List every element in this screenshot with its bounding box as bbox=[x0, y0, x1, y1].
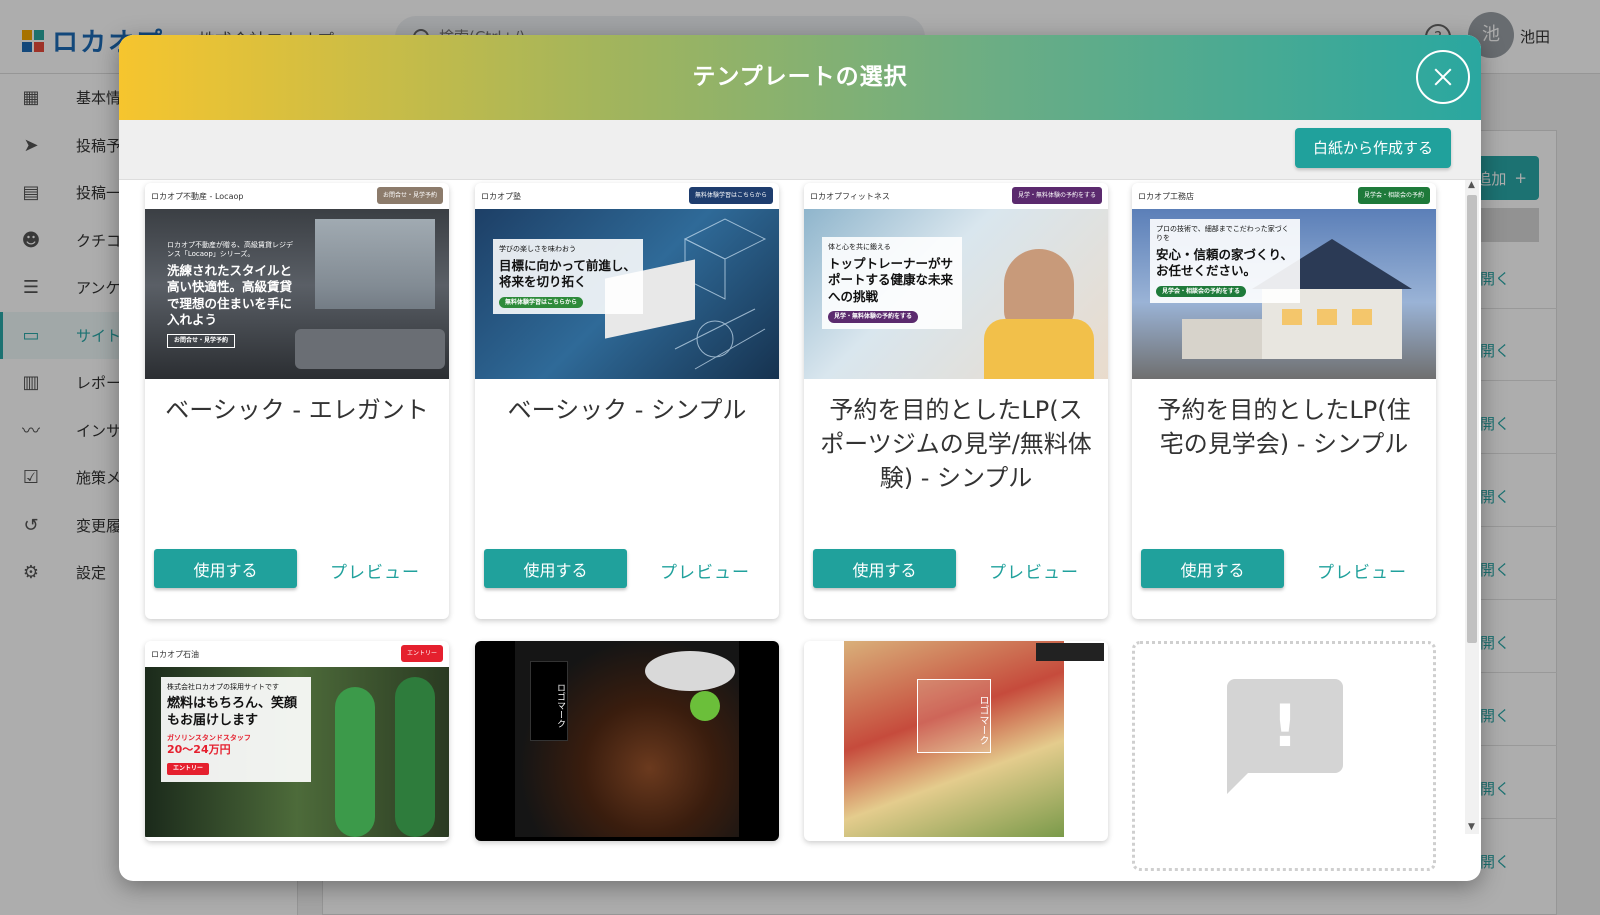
template-thumbnail[interactable]: ロカオプ工務店 見学会・相談会の予約 プロの技術で、細部までこだわった家づくりを… bbox=[1132, 183, 1436, 379]
scroll-down-icon[interactable]: ▼ bbox=[1468, 822, 1475, 832]
template-thumbnail[interactable]: ロカオプ不動産 - Locaop お問合せ・見学予約 ロカオプ不動産が贈る、高級… bbox=[145, 183, 449, 379]
thumb-headline: 燃料はもちろん、笑顔もお届けします bbox=[167, 696, 298, 728]
exclamation-icon: ! bbox=[1271, 692, 1299, 760]
scrollbar-thumb[interactable] bbox=[1467, 195, 1477, 643]
speech-tail-shape bbox=[1227, 762, 1259, 794]
close-icon bbox=[1433, 67, 1453, 87]
thumb-cta: 見学・無料体験の予約をする bbox=[828, 310, 919, 323]
thumb-headline: 洗練されたスタイルと高い快適性。高級賃貸で理想の住まいを手に入れよう bbox=[167, 263, 293, 327]
shirt-shape bbox=[984, 319, 1094, 379]
thumb-cta: 無料体験学習はこちらから bbox=[499, 296, 584, 309]
thumb-headline: トップトレーナーがサポートする健康な未来への挑戦 bbox=[828, 256, 954, 304]
thumb-nav-buttons bbox=[1036, 643, 1104, 661]
thumb-logo: ロゴマーク bbox=[917, 679, 991, 753]
sofa-shape bbox=[295, 329, 445, 369]
thumb-copy: 学びの楽しさを味わおう 目標に向かって前進し、将来を切り拓く 無料体験学習はこち… bbox=[493, 239, 643, 315]
pump-nozzle-shape bbox=[335, 687, 375, 837]
preview-link[interactable]: プレビュー bbox=[330, 558, 420, 583]
thumb-nav: ロカオプ工務店 見学会・相談会の予約 bbox=[1132, 183, 1436, 209]
template-card: ロカオプ工務店 見学会・相談会の予約 プロの技術で、細部までこだわった家づくりを… bbox=[1132, 183, 1436, 619]
preview-link[interactable]: プレビュー bbox=[1317, 558, 1407, 583]
template-card: ロカオプ塾 無料体験学習はこちらから 学びの楽しさを味わおう 目標に向かって前進… bbox=[475, 183, 779, 619]
thumb-nav: ロカオプ塾 無料体験学習はこちらから bbox=[475, 183, 779, 209]
thumb-nav-button: 見学・無料体験の予約をする bbox=[1011, 187, 1102, 204]
template-card: ロカオプ石油 エントリー 株式会社ロカオプの採用サイトです 燃料はもちろん、笑顔… bbox=[145, 641, 449, 841]
template-thumbnail[interactable]: ロカオプ石油 エントリー 株式会社ロカオプの採用サイトです 燃料はもちろん、笑顔… bbox=[145, 641, 449, 837]
thumb-brand: ロカオプ石油 bbox=[151, 650, 199, 659]
thumb-logo: ロゴマーク bbox=[530, 661, 568, 741]
thumb-small-text: 学びの楽しさを味わおう bbox=[499, 245, 576, 253]
thumb-brand: ロカオプフィットネス bbox=[810, 192, 890, 201]
thumb-small-text: ロカオプ不動産が贈る、高級賃貸レジデンス「Locaop」シリーズ。 bbox=[167, 241, 293, 259]
close-button[interactable] bbox=[1416, 50, 1470, 104]
create-blank-button[interactable]: 白紙から作成する bbox=[1295, 128, 1451, 168]
thumb-nav-button: 見学会・相談会の予約 bbox=[1357, 187, 1430, 204]
preview-link[interactable]: プレビュー bbox=[989, 558, 1079, 583]
modal-toolbar: 白紙から作成する bbox=[119, 120, 1481, 180]
thumb-cta: お問合せ・見学予約 bbox=[167, 334, 236, 348]
template-card: ロゴマーク bbox=[804, 641, 1108, 841]
thumb-nav: ロカオプ石油 エントリー bbox=[145, 641, 449, 667]
template-card: ロカオプ不動産 - Locaop お問合せ・見学予約 ロカオプ不動産が贈る、高級… bbox=[145, 183, 449, 619]
template-title: 予約を目的としたLP(住宅の見学会) - シンプル bbox=[1157, 396, 1411, 458]
use-button[interactable]: 使用する bbox=[484, 549, 627, 588]
modal-title: テンプレートの選択 bbox=[692, 64, 908, 90]
template-thumbnail[interactable]: ロゴマーク bbox=[804, 641, 1108, 837]
thumb-copy: ロカオプ不動産が贈る、高級賃貸レジデンス「Locaop」シリーズ。 洗練されたス… bbox=[167, 241, 297, 348]
thumb-job: ガソリンスタンドスタッフ bbox=[167, 733, 251, 742]
thumb-small-text: 体と心を共に鍛える bbox=[828, 243, 891, 251]
thumb-brand: ロカオプ工務店 bbox=[1138, 192, 1194, 201]
thumb-copy: 株式会社ロカオプの採用サイトです 燃料はもちろん、笑顔もお届けします ガソリンス… bbox=[161, 677, 311, 783]
thumb-copy: プロの技術で、細部までこだわった家づくりを 安心・信頼の家づくり、お任せください… bbox=[1150, 219, 1300, 304]
thumb-nav: ロカオプフィットネス 見学・無料体験の予約をする bbox=[804, 183, 1108, 209]
template-select-modal: テンプレートの選択 白紙から作成する ロカオプ不動産 - Locaop お問合せ… bbox=[119, 35, 1481, 881]
sauce-dish-shape bbox=[645, 651, 735, 691]
thumb-headline: 安心・信頼の家づくり、お任せください。 bbox=[1156, 247, 1294, 279]
thumb-small-text: 株式会社ロカオプの採用サイトです bbox=[167, 683, 279, 691]
template-title: ベーシック - エレガント bbox=[165, 396, 429, 424]
window-shape bbox=[315, 219, 435, 309]
thumb-cta: 見学会・相談会の予約をする bbox=[1156, 285, 1247, 298]
thumb-salary: 20〜24万円 bbox=[167, 742, 231, 756]
template-card: ロカオプフィットネス 見学・無料体験の予約をする 体と心を共に鍛える トップトレ… bbox=[804, 183, 1108, 619]
broccoli-shape bbox=[690, 691, 720, 721]
thumb-brand: ロカオプ不動産 - Locaop bbox=[151, 192, 244, 201]
template-thumbnail[interactable]: ロカオプフィットネス 見学・無料体験の予約をする 体と心を共に鍛える トップトレ… bbox=[804, 183, 1108, 379]
template-thumbnail[interactable]: ロカオプ塾 無料体験学習はこちらから 学びの楽しさを味わおう 目標に向かって前進… bbox=[475, 183, 779, 379]
person-shape bbox=[1004, 249, 1074, 329]
thumb-nav-button: お問合せ・見学予約 bbox=[376, 187, 443, 204]
scroll-up-icon[interactable]: ▲ bbox=[1468, 180, 1475, 190]
template-title: 予約を目的としたLP(スポーツジムの見学/無料体験) - シンプル bbox=[820, 396, 1092, 492]
use-button[interactable]: 使用する bbox=[813, 549, 956, 588]
thumb-brand: ロカオプ塾 bbox=[481, 192, 521, 201]
thumb-copy: 体と心を共に鍛える トップトレーナーがサポートする健康な未来への挑戦 見学・無料… bbox=[822, 237, 962, 329]
thumb-nav-button: エントリー bbox=[400, 645, 443, 662]
template-placeholder: ! bbox=[1132, 641, 1436, 871]
thumb-cta: エントリー bbox=[167, 763, 210, 776]
template-card: ロゴマーク bbox=[475, 641, 779, 841]
template-thumbnail[interactable]: ロゴマーク bbox=[475, 641, 779, 837]
thumb-nav-button: 無料体験学習はこちらから bbox=[688, 187, 773, 204]
use-button[interactable]: 使用する bbox=[154, 549, 297, 588]
pump-nozzle-shape bbox=[395, 677, 435, 837]
template-title: ベーシック - シンプル bbox=[507, 396, 747, 424]
no-preview-icon: ! bbox=[1227, 679, 1343, 773]
thumb-nav: ロカオプ不動産 - Locaop お問合せ・見学予約 bbox=[145, 183, 449, 209]
use-button[interactable]: 使用する bbox=[1141, 549, 1284, 588]
thumb-headline: 目標に向かって前進し、将来を切り拓く bbox=[499, 258, 636, 290]
preview-link[interactable]: プレビュー bbox=[660, 558, 750, 583]
thumb-small-text: プロの技術で、細部までこだわった家づくりを bbox=[1156, 225, 1289, 243]
